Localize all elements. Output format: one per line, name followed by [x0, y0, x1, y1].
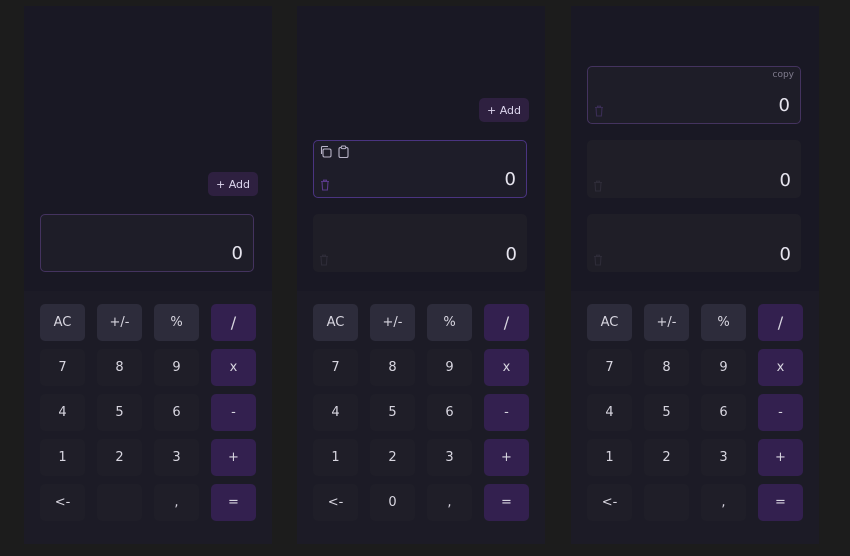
trash-icon[interactable] — [594, 105, 604, 117]
key-2[interactable]: 2 — [97, 439, 142, 476]
key-equals[interactable]: = — [758, 484, 803, 521]
trash-icon[interactable] — [593, 180, 603, 192]
key-plus[interactable]: + — [484, 439, 529, 476]
key-comma[interactable]: , — [427, 484, 472, 521]
key-1[interactable]: 1 — [313, 439, 358, 476]
display-card[interactable]: 0 — [313, 214, 527, 272]
key-backspace[interactable]: <- — [40, 484, 85, 521]
key-divide[interactable]: / — [758, 304, 803, 341]
key-equals[interactable]: = — [211, 484, 256, 521]
display-area: + Add 0 0 — [297, 6, 545, 291]
key-minus[interactable]: - — [484, 394, 529, 431]
key-5[interactable]: 5 — [370, 394, 415, 431]
display-value: 0 — [231, 243, 243, 264]
key-divide[interactable]: / — [211, 304, 256, 341]
key-percent[interactable]: % — [427, 304, 472, 341]
key-5[interactable]: 5 — [644, 394, 689, 431]
key-comma[interactable]: , — [154, 484, 199, 521]
key-multiply[interactable]: x — [484, 349, 529, 386]
key-7[interactable]: 7 — [587, 349, 632, 386]
key-4[interactable]: 4 — [313, 394, 358, 431]
add-display-button[interactable]: + Add — [208, 172, 259, 196]
key-0[interactable] — [644, 484, 689, 521]
key-minus[interactable]: - — [211, 394, 256, 431]
trash-icon[interactable] — [593, 254, 603, 266]
calculator-panel-3: copy 0 0 0 AC +/- % / 7 8 9 x 4 5 6 - 1 … — [571, 6, 819, 544]
display-card-active[interactable]: 0 — [313, 140, 527, 198]
key-4[interactable]: 4 — [587, 394, 632, 431]
key-backspace[interactable]: <- — [587, 484, 632, 521]
display-value: 0 — [778, 95, 790, 116]
display-card[interactable]: 0 — [40, 214, 254, 272]
display-value: 0 — [504, 169, 516, 190]
calculator-panel-1: + Add 0 AC +/- % / 7 8 9 x 4 5 6 - 1 2 3… — [24, 6, 272, 544]
key-plus[interactable]: + — [211, 439, 256, 476]
key-percent[interactable]: % — [154, 304, 199, 341]
key-multiply[interactable]: x — [758, 349, 803, 386]
display-value: 0 — [505, 244, 517, 265]
display-value: 0 — [779, 244, 791, 265]
key-8[interactable]: 8 — [370, 349, 415, 386]
key-sign[interactable]: +/- — [370, 304, 415, 341]
copy-label[interactable]: copy — [773, 70, 795, 80]
key-ac[interactable]: AC — [587, 304, 632, 341]
key-1[interactable]: 1 — [587, 439, 632, 476]
display-card[interactable]: 0 — [587, 214, 801, 272]
key-minus[interactable]: - — [758, 394, 803, 431]
keypad: AC +/- % / 7 8 9 x 4 5 6 - 1 2 3 + <- 0 … — [297, 291, 545, 544]
trash-icon[interactable] — [320, 179, 330, 191]
calculator-panel-2: + Add 0 0 AC +/- % / 7 8 9 x 4 5 6 - 1 2… — [297, 6, 545, 544]
key-ac[interactable]: AC — [313, 304, 358, 341]
key-6[interactable]: 6 — [701, 394, 746, 431]
key-equals[interactable]: = — [484, 484, 529, 521]
key-7[interactable]: 7 — [40, 349, 85, 386]
display-card[interactable]: 0 — [587, 140, 801, 198]
key-9[interactable]: 9 — [427, 349, 472, 386]
key-ac[interactable]: AC — [40, 304, 85, 341]
key-2[interactable]: 2 — [370, 439, 415, 476]
clipboard-icon[interactable] — [337, 145, 350, 158]
display-card-selected[interactable]: copy 0 — [587, 66, 801, 124]
key-backspace[interactable]: <- — [313, 484, 358, 521]
add-display-button[interactable]: + Add — [479, 98, 530, 122]
key-6[interactable]: 6 — [154, 394, 199, 431]
key-5[interactable]: 5 — [97, 394, 142, 431]
key-7[interactable]: 7 — [313, 349, 358, 386]
key-6[interactable]: 6 — [427, 394, 472, 431]
key-2[interactable]: 2 — [644, 439, 689, 476]
key-sign[interactable]: +/- — [97, 304, 142, 341]
key-3[interactable]: 3 — [427, 439, 472, 476]
display-value: 0 — [779, 170, 791, 191]
display-area: copy 0 0 0 — [571, 6, 819, 291]
trash-icon[interactable] — [319, 254, 329, 266]
copy-icon[interactable] — [319, 145, 332, 158]
key-9[interactable]: 9 — [701, 349, 746, 386]
key-percent[interactable]: % — [701, 304, 746, 341]
key-plus[interactable]: + — [758, 439, 803, 476]
key-1[interactable]: 1 — [40, 439, 85, 476]
key-3[interactable]: 3 — [154, 439, 199, 476]
key-multiply[interactable]: x — [211, 349, 256, 386]
key-9[interactable]: 9 — [154, 349, 199, 386]
display-area: + Add 0 — [24, 6, 272, 291]
key-0[interactable] — [97, 484, 142, 521]
key-8[interactable]: 8 — [644, 349, 689, 386]
key-divide[interactable]: / — [484, 304, 529, 341]
keypad: AC +/- % / 7 8 9 x 4 5 6 - 1 2 3 + <- , … — [24, 291, 272, 544]
key-sign[interactable]: +/- — [644, 304, 689, 341]
key-comma[interactable]: , — [701, 484, 746, 521]
keypad: AC +/- % / 7 8 9 x 4 5 6 - 1 2 3 + <- , … — [571, 291, 819, 544]
key-3[interactable]: 3 — [701, 439, 746, 476]
key-8[interactable]: 8 — [97, 349, 142, 386]
key-4[interactable]: 4 — [40, 394, 85, 431]
key-0[interactable]: 0 — [370, 484, 415, 521]
